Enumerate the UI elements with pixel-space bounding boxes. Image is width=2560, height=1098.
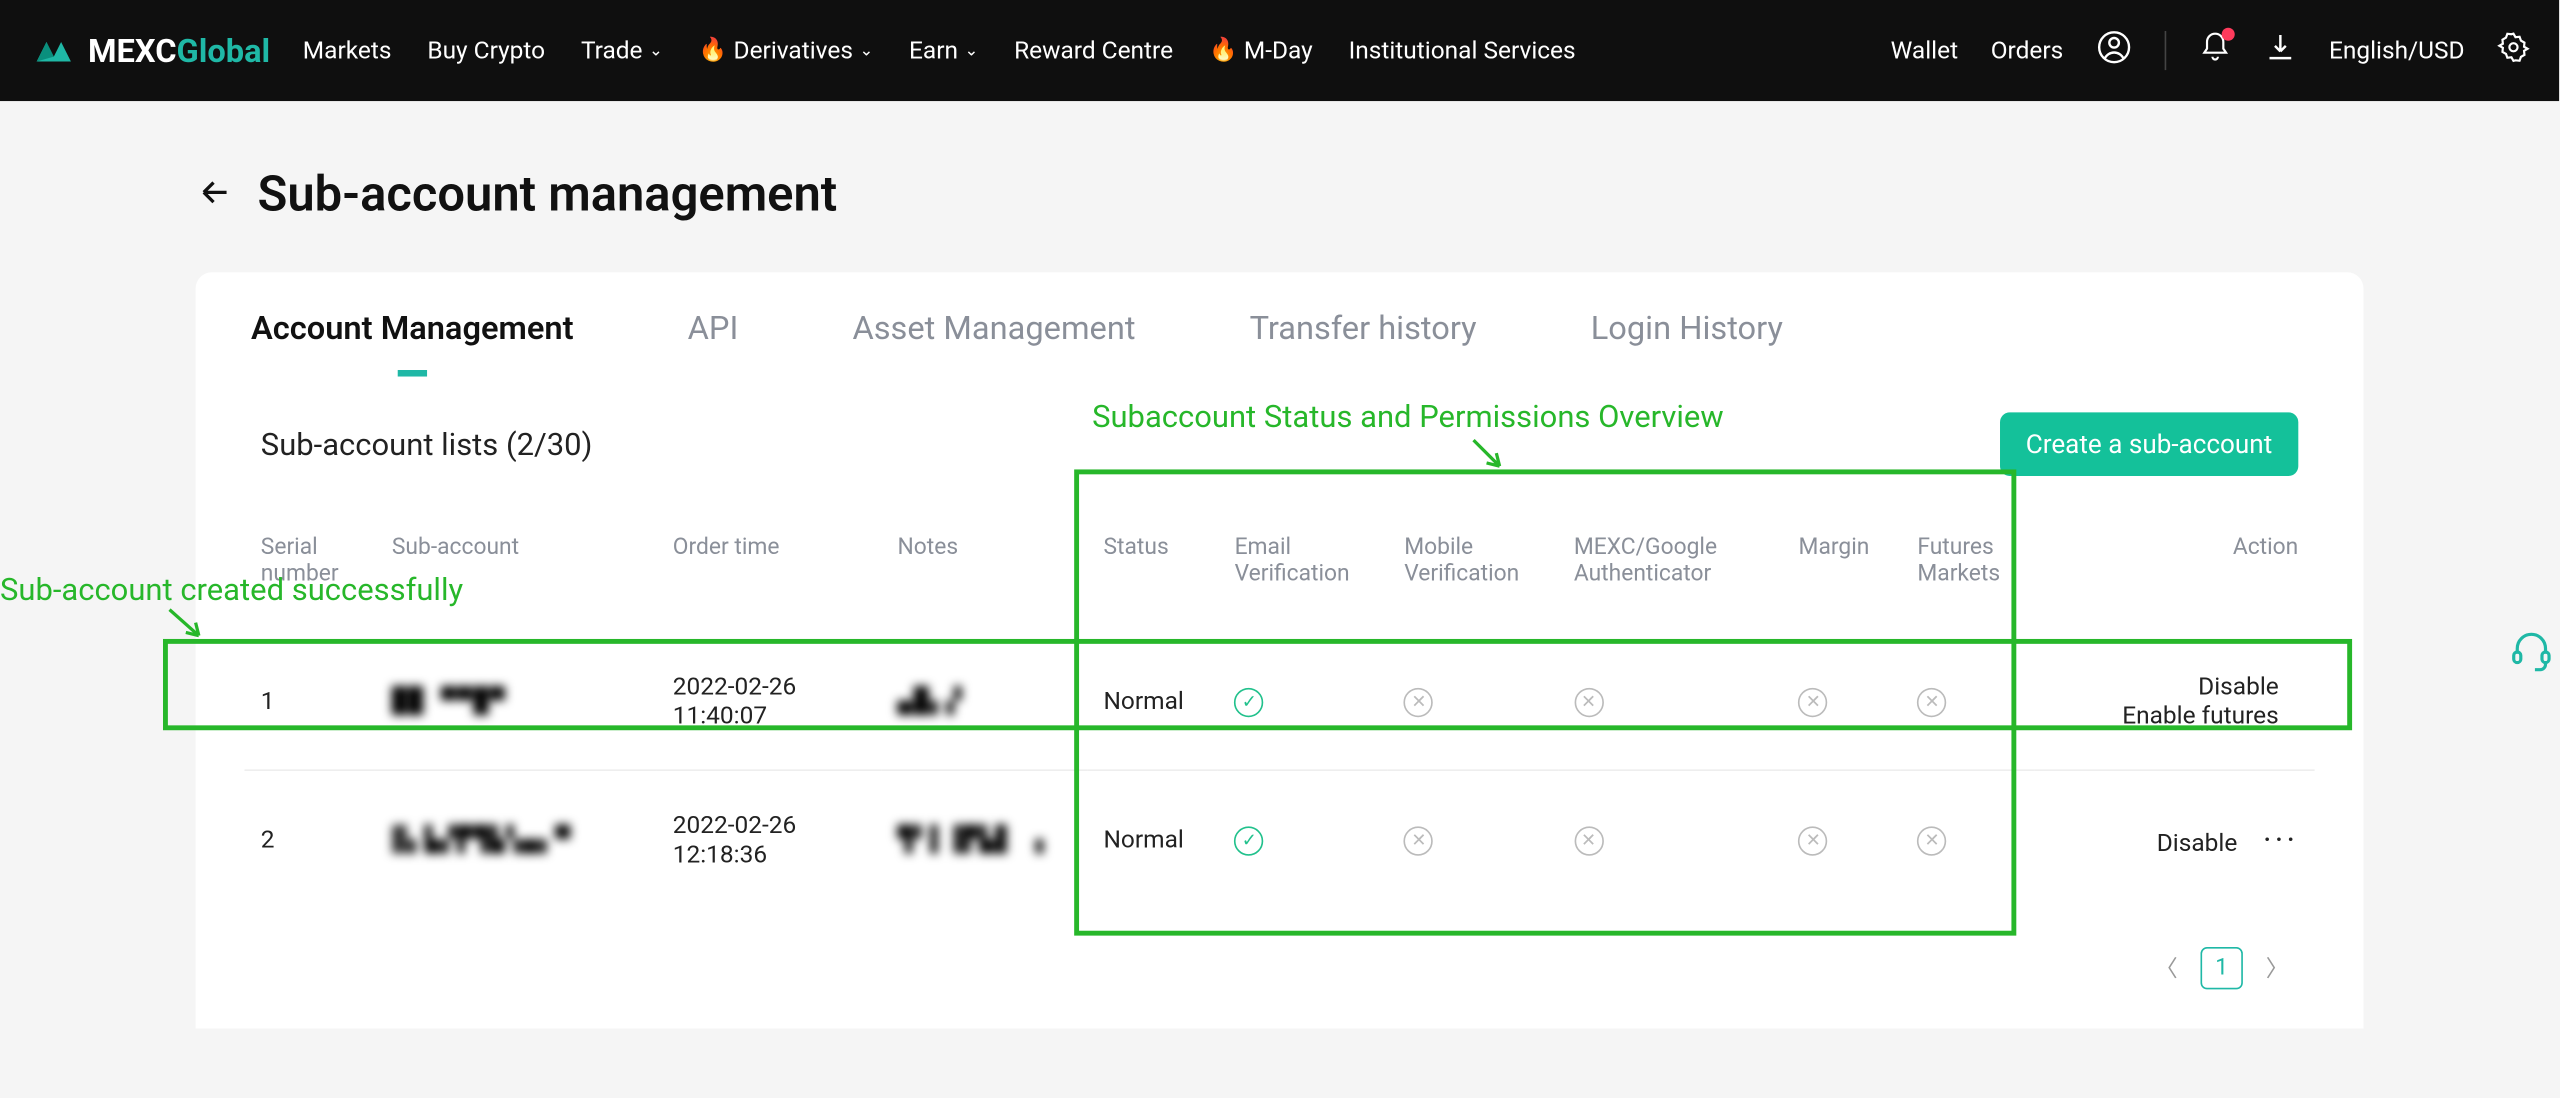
nav-reward-centre[interactable]: Reward Centre	[1014, 36, 1173, 65]
brand-name: MEXCGlobal	[88, 31, 270, 70]
col-subaccount: Sub-account	[376, 515, 657, 632]
cell-serial: 1	[245, 632, 376, 770]
enable-futures-link[interactable]: Enable futures	[2122, 701, 2279, 730]
nav-orders[interactable]: Orders	[1991, 36, 2064, 65]
tab-login-history[interactable]: Login History	[1591, 308, 1783, 376]
nav-mday[interactable]: 🔥M-Day	[1209, 36, 1313, 65]
cell-email: ✓	[1218, 770, 1388, 908]
cell-serial: 2	[245, 770, 376, 908]
col-mfa: MEXC/Google Authenticator	[1558, 515, 1783, 632]
create-subaccount-button[interactable]: Create a sub-account	[2000, 412, 2299, 476]
nav-left: Markets Buy Crypto Trade⌄ 🔥Derivatives⌄ …	[303, 36, 1576, 65]
col-mobile: Mobile Verification	[1388, 515, 1558, 632]
flame-icon: 🔥	[1209, 37, 1237, 63]
cross-icon: ✕	[1917, 687, 1946, 716]
cell-margin: ✕	[1782, 770, 1901, 908]
page-title-row: Sub-account management	[196, 166, 2364, 223]
col-margin: Margin	[1782, 515, 1901, 632]
col-order-time: Order time	[656, 515, 881, 632]
pager-prev[interactable]: 〈	[2145, 947, 2187, 989]
brand-logo[interactable]: MEXCGlobal	[29, 31, 270, 70]
back-arrow-icon[interactable]	[196, 172, 235, 218]
gear-icon[interactable]	[2497, 31, 2530, 70]
tab-asset-management[interactable]: Asset Management	[852, 308, 1135, 376]
cell-action: Disable Enable futures	[2034, 632, 2315, 770]
cell-subaccount: ██ ▀▀█▀	[376, 632, 657, 770]
tabs: Account Management API Asset Management …	[196, 272, 2364, 376]
check-icon: ✓	[1235, 687, 1264, 716]
nav-derivatives[interactable]: 🔥Derivatives⌄	[699, 36, 874, 65]
disable-link[interactable]: Disable	[2157, 828, 2238, 857]
nav-wallet[interactable]: Wallet	[1891, 36, 1958, 65]
chevron-down-icon: ⌄	[859, 42, 873, 60]
flame-icon: 🔥	[699, 37, 727, 63]
cell-email: ✓	[1218, 632, 1388, 770]
chevron-down-icon: ⌄	[649, 42, 663, 60]
nav-trade[interactable]: Trade⌄	[581, 36, 663, 65]
nav-right: Wallet Orders English/USD	[1891, 29, 2530, 71]
col-serial: Serial number	[245, 515, 376, 632]
cell-status: Normal	[1087, 632, 1218, 770]
cell-notes: ▜▘▌▐▛▙▊ ▗	[881, 770, 1087, 908]
cross-icon: ✕	[1917, 826, 1946, 855]
top-nav: MEXCGlobal Markets Buy Crypto Trade⌄ 🔥De…	[0, 0, 2559, 101]
table-row: 2 ▓▖▙▞▛▜▙▚▄▖▀ 2022-02-26 12:18:36 ▜▘▌▐▛▙…	[245, 770, 2315, 908]
pager-page-1[interactable]: 1	[2201, 947, 2243, 989]
subaccount-table: Serial number Sub-account Order time Not…	[245, 515, 2315, 908]
locale-switcher[interactable]: English/USD	[2329, 36, 2465, 65]
more-actions-icon[interactable]: ···	[2263, 820, 2298, 859]
disable-link[interactable]: Disable	[2198, 672, 2279, 701]
cross-icon: ✕	[1799, 687, 1828, 716]
cell-subaccount: ▓▖▙▞▛▜▙▚▄▖▀	[376, 770, 657, 908]
cross-icon: ✕	[1574, 826, 1603, 855]
notification-dot	[2221, 28, 2234, 41]
pagination: 〈 1 〉	[196, 908, 2364, 1029]
cell-futures: ✕	[1901, 632, 2034, 770]
tab-api[interactable]: API	[688, 308, 739, 376]
table-row: 1 ██ ▀▀█▀ 2022-02-26 11:40:07 ▄█▖▞ Norma…	[245, 632, 2315, 770]
col-futures: Futures Markets	[1901, 515, 2034, 632]
chevron-down-icon: ⌄	[965, 42, 979, 60]
cell-order-time: 2022-02-26 11:40:07	[656, 632, 881, 770]
table-header-row: Serial number Sub-account Order time Not…	[245, 515, 2315, 632]
cell-action: Disable ···	[2034, 770, 2315, 908]
support-icon[interactable]	[2504, 619, 2559, 684]
cell-status: Normal	[1087, 770, 1218, 908]
nav-markets[interactable]: Markets	[303, 36, 392, 65]
page-body: Sub-account management Account Managemen…	[0, 101, 2559, 1061]
pager-next[interactable]: 〉	[2256, 947, 2298, 989]
logo-icon	[29, 34, 78, 67]
cell-order-time: 2022-02-26 12:18:36	[656, 770, 881, 908]
page-title: Sub-account management	[258, 166, 838, 223]
content-card: Account Management API Asset Management …	[196, 272, 2364, 1028]
cross-icon: ✕	[1404, 826, 1433, 855]
cell-mfa: ✕	[1558, 632, 1783, 770]
cell-notes: ▄█▖▞	[881, 632, 1087, 770]
list-header: Sub-account lists (2/30) Create a sub-ac…	[196, 377, 2364, 493]
col-action: Action	[2034, 515, 2315, 632]
nav-earn[interactable]: Earn⌄	[909, 36, 978, 65]
user-icon[interactable]	[2096, 29, 2132, 71]
download-icon[interactable]	[2264, 31, 2297, 70]
list-title: Sub-account lists (2/30)	[261, 425, 593, 462]
nav-institutional[interactable]: Institutional Services	[1349, 36, 1576, 65]
bell-icon[interactable]	[2199, 31, 2232, 70]
tab-account-management[interactable]: Account Management	[251, 308, 574, 376]
cell-mobile: ✕	[1388, 632, 1558, 770]
cell-futures: ✕	[1901, 770, 2034, 908]
divider	[2164, 31, 2166, 70]
check-icon: ✓	[1235, 826, 1264, 855]
nav-buy-crypto[interactable]: Buy Crypto	[427, 36, 545, 65]
cell-mfa: ✕	[1558, 770, 1783, 908]
cross-icon: ✕	[1404, 687, 1433, 716]
col-email: Email Verification	[1218, 515, 1388, 632]
tab-transfer-history[interactable]: Transfer history	[1250, 308, 1477, 376]
cross-icon: ✕	[1574, 687, 1603, 716]
col-status: Status	[1087, 515, 1218, 632]
cross-icon: ✕	[1799, 826, 1828, 855]
cell-mobile: ✕	[1388, 770, 1558, 908]
col-notes: Notes	[881, 515, 1087, 632]
cell-margin: ✕	[1782, 632, 1901, 770]
